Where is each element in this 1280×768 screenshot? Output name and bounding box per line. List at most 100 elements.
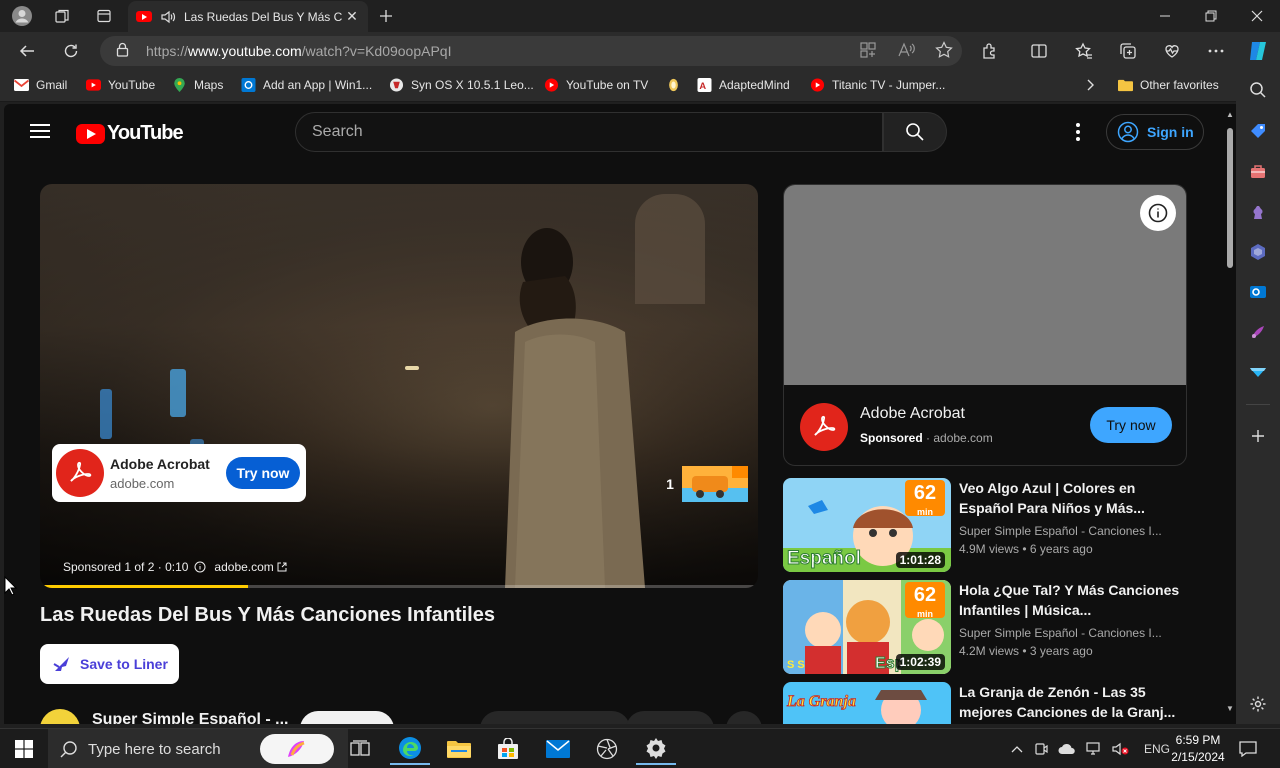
app-available-icon[interactable] [858, 40, 878, 60]
refresh-icon[interactable] [56, 38, 86, 64]
tray-overflow-icon[interactable] [1010, 744, 1024, 754]
close-window-icon[interactable] [1234, 0, 1280, 32]
sidebar-settings-icon[interactable] [1248, 694, 1268, 714]
player-ad-try-now-button[interactable]: Try now [226, 457, 300, 489]
favorite-youtube-tv[interactable]: YouTube on TV [544, 78, 648, 92]
sidebar-games-icon[interactable] [1248, 202, 1268, 222]
search-button[interactable] [883, 112, 947, 152]
info-icon[interactable] [194, 561, 206, 573]
favorite-youtube[interactable]: YouTube [86, 78, 155, 92]
subscribe-button[interactable] [300, 711, 394, 724]
video-thumbnail[interactable]: La Granja [783, 682, 951, 724]
ad-info-icon[interactable] [1140, 195, 1176, 231]
video-title-link[interactable]: Hola ¿Que Tal? Y Más Canciones Infantile… [959, 580, 1187, 620]
start-button[interactable] [4, 733, 44, 765]
list-item[interactable]: Español 62 min 1:01:28 Veo Algo Azul | Co… [783, 478, 1187, 574]
youtube-logo[interactable]: YouTube [76, 122, 184, 145]
favorite-maps[interactable]: Maps [172, 78, 223, 92]
tab-actions-icon[interactable] [90, 4, 118, 28]
save-to-liner-button[interactable]: Save to Liner [40, 644, 179, 684]
performance-icon[interactable] [1158, 38, 1186, 64]
meet-now-icon[interactable] [1034, 742, 1048, 756]
favorite-add-app[interactable]: Add an App | Win1... [241, 78, 372, 92]
sidebar-shopping-icon[interactable] [1248, 121, 1268, 141]
language-indicator[interactable]: ENG [1144, 742, 1170, 756]
taskbar-search-input[interactable]: Type here to search [48, 729, 348, 768]
taskbar-mail[interactable] [538, 733, 578, 765]
read-aloud-icon[interactable] [896, 40, 916, 60]
channel-link[interactable]: Super Simple Español - Canciones I... [959, 524, 1162, 538]
taskbar-file-explorer[interactable] [439, 733, 479, 765]
sidebar-ad-media[interactable] [784, 185, 1186, 385]
sponsored-domain-link[interactable]: adobe.com [214, 560, 273, 574]
sidebar-designer-icon[interactable] [1248, 322, 1268, 342]
favorites-icon[interactable] [1070, 38, 1098, 64]
favorite-adaptedmind[interactable]: A AdaptedMind [697, 78, 790, 92]
minimize-icon[interactable] [1142, 0, 1188, 32]
video-thumbnail[interactable]: S S Esp 62 min 1:02:39 [783, 580, 951, 674]
list-item[interactable]: S S Esp 62 min 1:02:39 Hola ¿Que Tal? Y M… [783, 580, 1187, 676]
page-scrollbar[interactable]: ▲ ▼ [1224, 104, 1236, 724]
more-options-icon[interactable] [1068, 120, 1088, 144]
copilot-icon[interactable] [1244, 38, 1272, 64]
speaker-icon[interactable] [160, 10, 176, 24]
video-title-link[interactable]: Veo Algo Azul | Colores en Español Para … [959, 478, 1187, 518]
sidebar-ad[interactable]: Adobe Acrobat Sponsored · adobe.com Try … [783, 184, 1187, 466]
channel-avatar[interactable] [40, 709, 80, 724]
scroll-up-icon[interactable]: ▲ [1225, 110, 1235, 119]
profile-icon[interactable] [8, 4, 36, 28]
collections-icon[interactable] [1114, 38, 1142, 64]
volume-muted-icon[interactable] [1112, 742, 1130, 756]
address-bar[interactable]: https://www.youtube.com/watch?v=Kd09oopA… [100, 36, 962, 66]
video-player[interactable]: Adobe Acrobat adobe.com Try now 1 Sponso… [40, 184, 758, 588]
back-icon[interactable] [12, 38, 42, 64]
share-button[interactable] [626, 711, 714, 724]
settings-more-icon[interactable] [1202, 38, 1230, 64]
taskbar-edge-app[interactable] [390, 733, 430, 765]
taskbar-app-aperture[interactable] [587, 733, 627, 765]
video-title-link[interactable]: La Granja de Zenón - Las 35 mejores Canc… [959, 682, 1187, 722]
sidebar-tools-icon[interactable] [1248, 162, 1268, 182]
search-input[interactable]: Search [295, 112, 883, 152]
active-tab[interactable]: Las Ruedas Del Bus Y Más C ✕ [128, 1, 368, 32]
extensions-icon[interactable] [976, 38, 1004, 64]
favorites-overflow-icon[interactable] [1085, 78, 1095, 92]
favorite-star-icon[interactable] [934, 40, 954, 60]
player-ad-card[interactable]: Adobe Acrobat adobe.com Try now [52, 444, 306, 502]
list-item[interactable]: La Granja La Granja de Zenón - Las 35 me… [783, 682, 1187, 724]
favorite-gmail[interactable]: Gmail [14, 78, 67, 92]
lock-icon[interactable] [116, 42, 130, 60]
sign-in-button[interactable]: Sign in [1106, 114, 1204, 150]
sidebar-drop-icon[interactable] [1248, 362, 1268, 382]
taskbar-clock[interactable]: 6:59 PM 2/15/2024 [1168, 732, 1228, 766]
sidebar-ad-try-now-button[interactable]: Try now [1090, 407, 1172, 443]
hamburger-menu-icon[interactable] [30, 124, 50, 138]
channel-link[interactable]: Super Simple Español - Canciones I... [959, 626, 1162, 640]
sidebar-search-icon[interactable] [1248, 80, 1268, 100]
like-dislike-button[interactable] [480, 711, 630, 724]
favorite-other-folder[interactable]: Other favorites [1118, 78, 1219, 92]
more-actions-button[interactable] [726, 711, 762, 724]
channel-name[interactable]: Super Simple Español - ... [92, 711, 288, 724]
notifications-icon[interactable] [1228, 733, 1268, 765]
split-screen-icon[interactable] [1025, 38, 1053, 64]
sidebar-add-icon[interactable] [1248, 426, 1268, 446]
favorite-titanic-tv[interactable]: Titanic TV - Jumper... [810, 78, 945, 92]
video-thumbnail[interactable]: Español 62 min 1:01:28 [783, 478, 951, 572]
onedrive-icon[interactable] [1058, 743, 1076, 755]
search-highlight-icon[interactable] [260, 734, 334, 764]
scroll-down-icon[interactable]: ▼ [1225, 704, 1235, 713]
workspaces-icon[interactable] [48, 4, 76, 28]
network-icon[interactable] [1086, 742, 1102, 756]
favorite-syn-os[interactable]: Syn OS X 10.5.1 Leo... [389, 78, 534, 92]
task-view-icon[interactable] [340, 733, 380, 765]
tab-close-icon[interactable]: ✕ [344, 8, 360, 25]
sidebar-outlook-icon[interactable] [1248, 282, 1268, 302]
next-video-preview[interactable] [682, 466, 748, 502]
taskbar-settings[interactable] [636, 733, 676, 765]
favorite-peanut[interactable] [666, 78, 688, 92]
ad-progress-bar[interactable] [40, 585, 758, 588]
scrollbar-thumb[interactable] [1227, 128, 1233, 268]
sidebar-copilot-icon[interactable] [1248, 242, 1268, 262]
taskbar-store[interactable] [488, 733, 528, 765]
